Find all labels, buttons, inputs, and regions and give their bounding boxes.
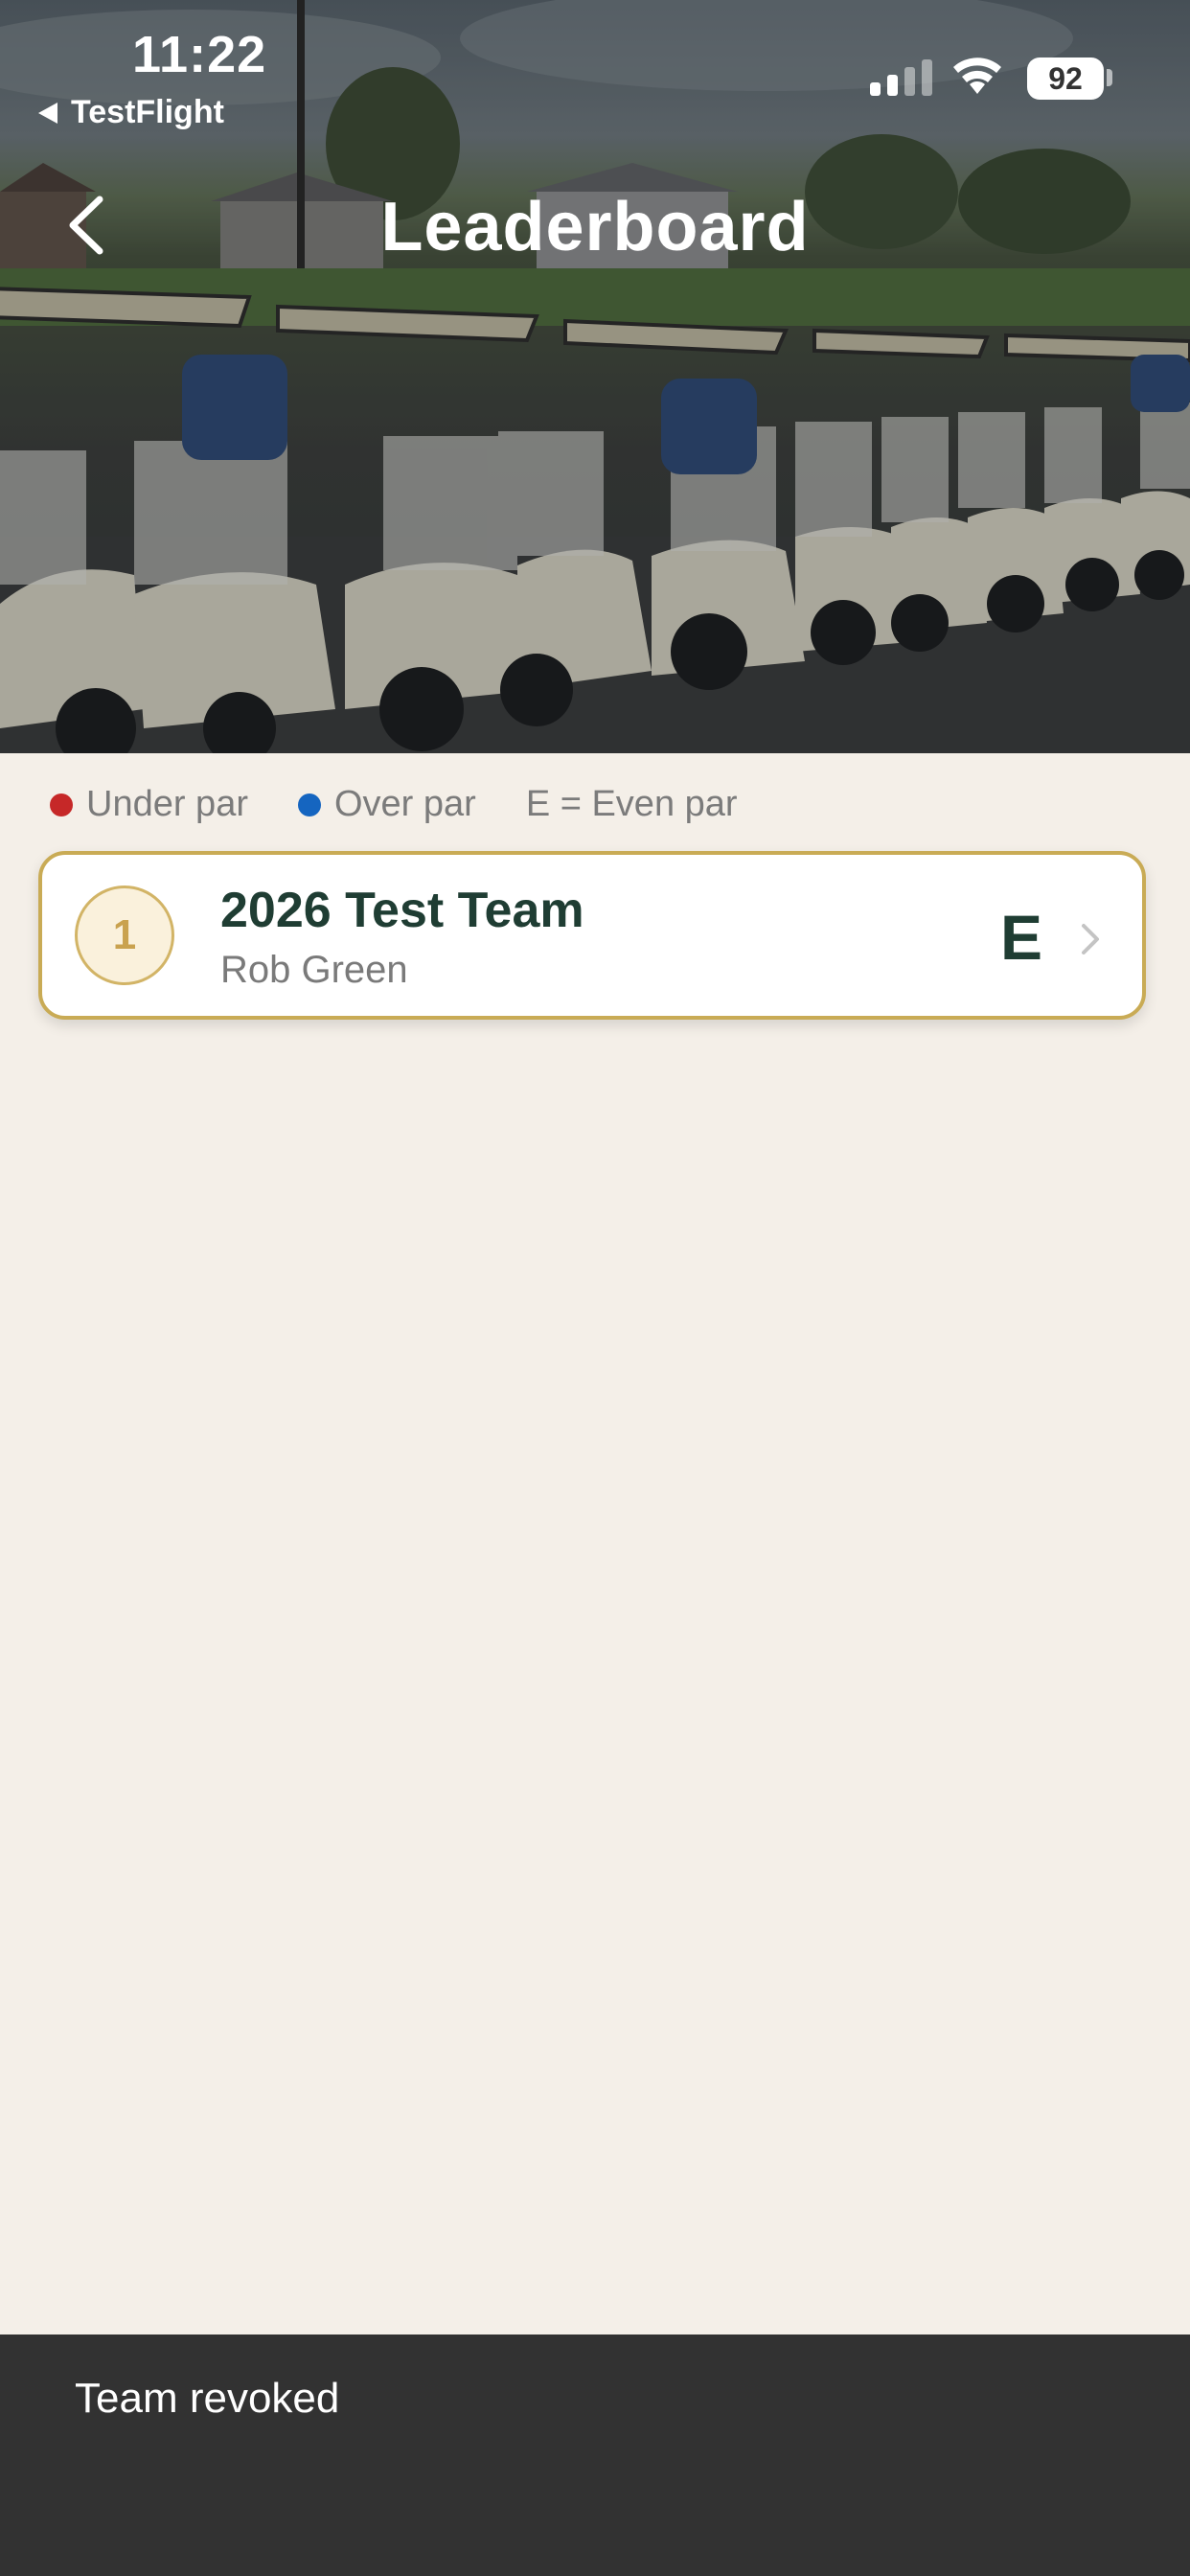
page-title: Leaderboard bbox=[380, 189, 810, 265]
back-triangle-icon bbox=[38, 102, 57, 124]
chevron-right-icon bbox=[1082, 924, 1099, 954]
return-app-label: TestFlight bbox=[71, 94, 224, 130]
battery-nub bbox=[1107, 69, 1112, 86]
status-time: 11:22 bbox=[132, 26, 267, 83]
blue-dot-icon bbox=[297, 793, 321, 816]
rank-badge: 1 bbox=[75, 886, 174, 985]
red-dot-icon bbox=[50, 793, 73, 816]
team-score: E bbox=[1000, 902, 1043, 973]
legend-even-par: E = Even par bbox=[526, 784, 738, 825]
legend-over-par-label: Over par bbox=[333, 784, 476, 824]
legend-over-par: Over par bbox=[297, 784, 476, 825]
legend-under-par: Under par bbox=[50, 784, 248, 825]
battery-level: 92 bbox=[1027, 58, 1104, 100]
leaderboard-row[interactable]: 1 2026 Test Team Rob Green E bbox=[38, 851, 1146, 1020]
team-captain: Rob Green bbox=[220, 949, 408, 991]
return-to-app-link[interactable]: TestFlight bbox=[38, 94, 224, 131]
legend-even-par-label: E = Even par bbox=[525, 784, 738, 824]
score-legend: Under par Over par E = Even par bbox=[50, 784, 788, 825]
team-name: 2026 Test Team bbox=[220, 883, 584, 938]
cellular-signal-icon bbox=[870, 59, 932, 96]
snackbar: Team revoked bbox=[0, 2334, 1190, 2576]
legend-under-par-label: Under par bbox=[86, 784, 248, 824]
wifi-icon bbox=[953, 58, 1001, 94]
snackbar-message: Team revoked bbox=[75, 2375, 340, 2422]
